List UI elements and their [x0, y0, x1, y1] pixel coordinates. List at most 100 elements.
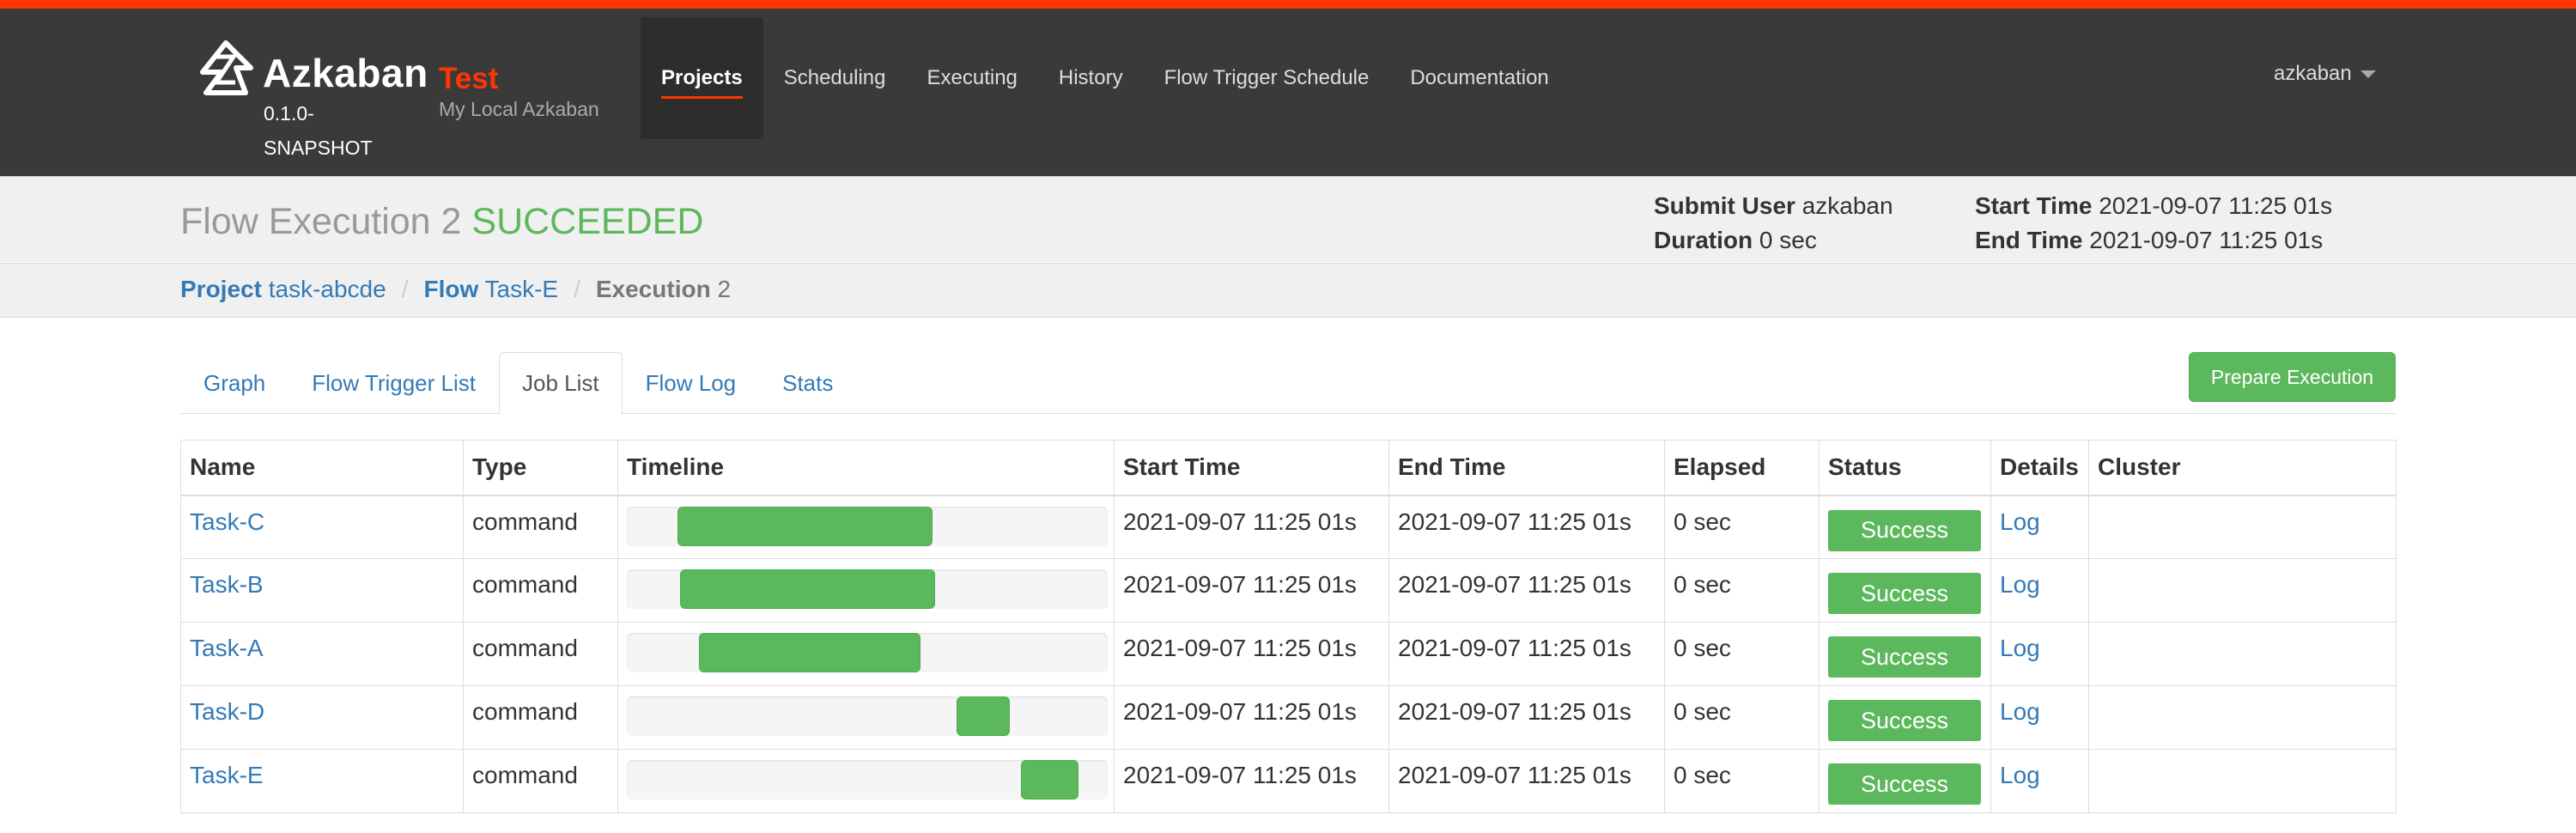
cell-elapsed: 0 sec	[1664, 749, 1820, 813]
column-header-name: Name	[180, 440, 464, 496]
duration-value: 0 sec	[1759, 227, 1817, 253]
cell-elapsed: 0 sec	[1664, 685, 1820, 750]
tab-job-list[interactable]: Job List	[499, 352, 623, 415]
timeline-track	[627, 506, 1108, 546]
job-log-link[interactable]: Log	[2000, 698, 2040, 725]
job-type: command	[472, 635, 578, 661]
cell-status: Success	[1819, 622, 1991, 686]
timeline-track	[627, 633, 1108, 672]
cell-status: Success	[1819, 558, 1991, 623]
cell-details: Log	[1990, 495, 2089, 559]
tab-graph[interactable]: Graph	[180, 352, 289, 414]
breadcrumb-project[interactable]: Project task-abcde	[180, 276, 386, 303]
execution-status: SUCCEEDED	[471, 201, 704, 242]
breadcrumb-execution-label: Execution	[595, 276, 711, 302]
breadcrumb-project-value: task-abcde	[268, 276, 386, 302]
job-end-time: 2021-09-07 11:25 01s	[1398, 762, 1631, 788]
job-type: command	[472, 571, 578, 598]
environment-name: Test	[439, 62, 499, 95]
breadcrumb-separator: /	[401, 276, 409, 302]
job-type: command	[472, 762, 578, 788]
execution-tabs: Graph Flow Trigger List Job List Flow Lo…	[180, 352, 2396, 415]
cell-cluster	[2088, 685, 2397, 750]
duration-label: Duration	[1654, 227, 1753, 253]
breadcrumb-execution: Execution 2	[596, 276, 731, 303]
nav-executing[interactable]: Executing	[906, 17, 1037, 139]
cell-cluster	[2088, 495, 2397, 559]
timeline-bar	[957, 696, 1010, 736]
time-summary: Start Time 2021-09-07 11:25 01s End Time…	[1975, 189, 2332, 258]
column-header-status: Status	[1819, 440, 1991, 496]
start-time-value: 2021-09-07 11:25 01s	[2099, 192, 2333, 219]
job-start-time: 2021-09-07 11:25 01s	[1123, 762, 1357, 788]
job-log-link[interactable]: Log	[2000, 571, 2040, 598]
column-header-cluster: Cluster	[2088, 440, 2397, 496]
execution-title: Flow Execution 2	[180, 201, 462, 242]
cell-name: Task-C	[180, 495, 464, 559]
job-log-link[interactable]: Log	[2000, 762, 2040, 788]
submit-user-label: Submit User	[1654, 192, 1795, 219]
table-row: Task-C command 2021-09-07 11:25 01s 2021-09…	[180, 495, 2397, 559]
page-title: Flow Execution 2 SUCCEEDED	[180, 201, 703, 243]
cell-end-time: 2021-09-07 11:25 01s	[1388, 558, 1665, 623]
table-row: Task-D command 2021-09-07 11:25 01s 2021-09…	[180, 685, 2397, 750]
job-type: command	[472, 698, 578, 725]
end-time-label: End Time	[1975, 227, 2083, 253]
cell-details: Log	[1990, 749, 2089, 813]
tab-flow-trigger-list[interactable]: Flow Trigger List	[289, 352, 499, 414]
tab-flow-log[interactable]: Flow Log	[623, 352, 760, 414]
azkaban-logo-icon[interactable]	[196, 40, 256, 100]
job-elapsed: 0 sec	[1674, 571, 1731, 598]
brand-name[interactable]: Azkaban	[263, 50, 428, 96]
breadcrumb-flow[interactable]: Flow Task-E	[423, 276, 558, 303]
end-time-value: 2021-09-07 11:25 01s	[2089, 227, 2324, 253]
job-log-link[interactable]: Log	[2000, 635, 2040, 661]
job-list-table: Name Type Timeline Start Time End Time E…	[180, 440, 2397, 813]
cell-type: command	[463, 622, 618, 686]
cell-end-time: 2021-09-07 11:25 01s	[1388, 495, 1665, 559]
cell-name: Task-E	[180, 749, 464, 813]
job-log-link[interactable]: Log	[2000, 508, 2040, 535]
timeline-track	[627, 569, 1108, 609]
nav-history[interactable]: History	[1038, 17, 1144, 139]
cell-name: Task-D	[180, 685, 464, 750]
nav-documentation[interactable]: Documentation	[1389, 17, 1569, 139]
cell-timeline	[617, 495, 1115, 559]
nav-flow-trigger-schedule[interactable]: Flow Trigger Schedule	[1144, 17, 1390, 139]
timeline-bar	[699, 633, 920, 672]
cell-timeline	[617, 749, 1115, 813]
main-nav: Projects Scheduling Executing History Fl…	[641, 17, 1570, 139]
job-elapsed: 0 sec	[1674, 635, 1731, 661]
job-name-link[interactable]: Task-E	[190, 762, 264, 788]
user-menu[interactable]: azkaban	[2274, 62, 2376, 86]
column-header-timeline: Timeline	[617, 440, 1115, 496]
job-name-link[interactable]: Task-D	[190, 698, 264, 725]
job-name-link[interactable]: Task-C	[190, 508, 264, 535]
prepare-execution-button[interactable]: Prepare Execution	[2189, 352, 2396, 402]
job-type: command	[472, 508, 578, 535]
nav-projects[interactable]: Projects	[641, 17, 763, 139]
job-start-time: 2021-09-07 11:25 01s	[1123, 698, 1357, 725]
cell-end-time: 2021-09-07 11:25 01s	[1388, 622, 1665, 686]
column-header-end-time: End Time	[1388, 440, 1665, 496]
cell-timeline	[617, 558, 1115, 623]
timeline-bar	[677, 506, 933, 546]
tab-stats[interactable]: Stats	[759, 352, 856, 414]
brand-version: 0.1.0-SNAPSHOT	[264, 102, 373, 159]
job-list-body: Task-C command 2021-09-07 11:25 01s 2021-09…	[180, 495, 2397, 813]
job-name-link[interactable]: Task-A	[190, 635, 264, 661]
cell-details: Log	[1990, 685, 2089, 750]
job-elapsed: 0 sec	[1674, 508, 1731, 535]
cell-start-time: 2021-09-07 11:25 01s	[1114, 495, 1389, 559]
timeline-track	[627, 696, 1108, 736]
column-header-details: Details	[1990, 440, 2089, 496]
nav-scheduling[interactable]: Scheduling	[763, 17, 907, 139]
environment-description: My Local Azkaban	[439, 98, 599, 120]
cell-start-time: 2021-09-07 11:25 01s	[1114, 749, 1389, 813]
cell-type: command	[463, 558, 618, 623]
column-header-start-time: Start Time	[1114, 440, 1389, 496]
cell-name: Task-B	[180, 558, 464, 623]
cell-type: command	[463, 495, 618, 559]
cell-status: Success	[1819, 495, 1991, 559]
job-name-link[interactable]: Task-B	[190, 571, 264, 598]
